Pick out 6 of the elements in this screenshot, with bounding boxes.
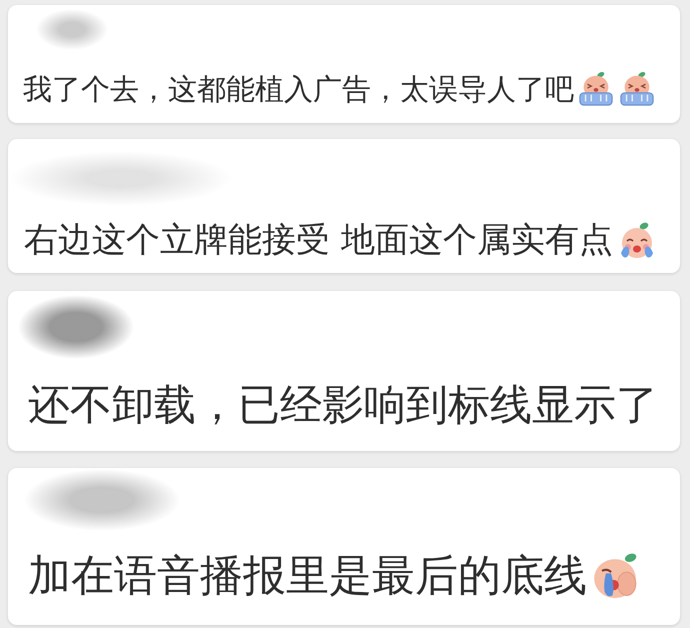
crying-face-in-tub-icon: [577, 70, 615, 108]
comment-text: 加在语音播报里是最后的底线: [28, 551, 587, 601]
comment-text: 我了个去，这都能植入广告，太误导人了吧: [23, 72, 574, 106]
comment-text: 还不卸载，已经影响到标线显示了: [28, 381, 658, 429]
comment-text: 右边这个立牌能接受 地面这个属实有点: [24, 220, 613, 261]
crying-face-in-tub-icon: [618, 70, 656, 108]
